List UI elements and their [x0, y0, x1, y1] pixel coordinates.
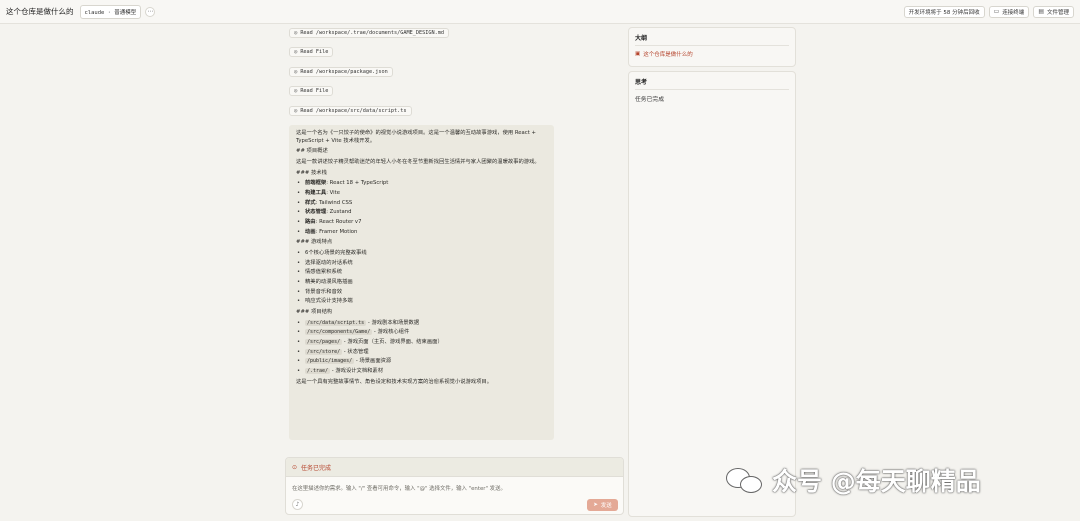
list-item: 精美的动漫风格插画	[296, 279, 547, 287]
top-bar-actions: 开发环境将于 58 分钟后回收 ▭ 连接终端 ▤ 文件管理	[903, 5, 1074, 18]
send-label: 发送	[600, 503, 612, 509]
outline-item-label: 这个仓库是做什么的	[643, 52, 693, 58]
task-status-text: 任务已完成	[301, 464, 332, 472]
list-item: 选择驱动的对话系统	[296, 260, 547, 268]
features-list: 6个核心场景的完整故事线 选择驱动的对话系统 情感值累积系统 精美的动漫风格插画…	[296, 250, 547, 306]
answer-overview: 这是一款讲述饺子精灵帮助迷茫的年轻人小冬在冬至节重新找回生活情并与家人团聚的温暖…	[296, 159, 540, 166]
list-item: /src/components/Game/ - 游戏核心组件	[296, 329, 547, 337]
outline-panel: 大纲 ▣ 这个仓库是做什么的	[628, 27, 796, 67]
thinking-title: 思考	[635, 77, 789, 90]
list-item: /public/images/ - 场景画面资源	[296, 358, 547, 366]
file-manager-button[interactable]: ▤ 文件管理	[1033, 5, 1074, 18]
conversation-area: ◎ Read /workspace/.trae/documents/GAME_D…	[285, 24, 625, 456]
message-icon: ▣	[635, 51, 641, 57]
tool-call-chip[interactable]: ◎ Read File	[289, 47, 334, 57]
list-item: 背景音乐和音效	[296, 289, 547, 297]
env-notice-badge: 开发环境将于 58 分钟后回收	[903, 5, 985, 18]
list-item: /src/pages/ - 游戏页面（主页、游戏界面、结束画面）	[296, 339, 547, 347]
top-bar: 这个仓库是做什么的 claude · 普通模型 ⋯ 开发环境将于 58 分钟后回…	[0, 0, 1080, 24]
tool-call-label: Read /workspace/package.json	[300, 69, 388, 75]
folder-icon: ▤	[1038, 8, 1044, 15]
watermark: 众号 @每天聊精品	[726, 462, 981, 498]
model-selector[interactable]: claude · 普通模型	[79, 4, 142, 19]
thinking-text: 任务已完成	[635, 97, 664, 103]
connect-terminal-button[interactable]: ▭ 连接终端	[988, 5, 1030, 18]
session-title: 这个仓库是做什么的	[6, 7, 74, 16]
wechat-logo-icon	[726, 466, 766, 494]
task-status-bar: ⊙ 任务已完成	[286, 458, 623, 477]
tool-call-chip[interactable]: ◎ Read /workspace/.trae/documents/GAME_D…	[289, 28, 449, 38]
list-item: 动画: Framer Motion	[296, 229, 547, 237]
send-icon: ➤	[593, 502, 598, 508]
tool-call-label: Read File	[300, 49, 329, 55]
file-icon: ◎	[294, 69, 298, 75]
message-input[interactable]: 在这里描述你的需求。输入 "/" 查看可用命令，输入 "@" 选择文件，输入 "…	[286, 477, 623, 492]
list-item: 状态管理: Zustand	[296, 209, 547, 217]
watermark-text: 众号 @每天聊精品	[772, 467, 981, 496]
list-item: 6个核心场景的完整故事线	[296, 250, 547, 258]
message-composer: ⊙ 任务已完成 在这里描述你的需求。输入 "/" 查看可用命令，输入 "@" 选…	[285, 457, 624, 515]
list-item: 样式: Tailwind CSS	[296, 200, 547, 208]
list-item: /src/data/script.ts - 游戏剧本和场景数据	[296, 319, 547, 328]
check-circle-icon: ⊙	[292, 463, 298, 471]
file-icon: ◎	[294, 30, 298, 36]
list-item: /src/store/ - 状态管理	[296, 348, 547, 357]
heading-structure: ### 项目结构	[296, 309, 333, 316]
tool-call-label: Read /workspace/.trae/documents/GAME_DES…	[300, 30, 444, 36]
structure-list: /src/data/script.ts - 游戏剧本和场景数据 /src/com…	[296, 319, 547, 376]
tool-call-chip[interactable]: ◎ Read /workspace/src/data/script.ts	[289, 106, 412, 116]
assistant-answer: 这是一个名为《一只饺子的使命》的视觉小说游戏项目。这是一个温馨的互动故事游戏，使…	[289, 125, 554, 440]
heading-tech: ### 技术栈	[296, 169, 327, 176]
tool-call-label: Read /workspace/src/data/script.ts	[300, 108, 407, 114]
heading-overview: ## 项目概述	[296, 148, 328, 155]
list-item: 路由: React Router v7	[296, 219, 547, 227]
microphone-icon[interactable]: ♪	[292, 499, 303, 510]
list-item: 构建工具: Vite	[296, 190, 547, 198]
list-item: 前端框架: React 18 + TypeScript	[296, 180, 547, 188]
thinking-panel: 思考 任务已完成	[628, 71, 796, 517]
heading-features: ### 游戏特点	[296, 239, 333, 246]
answer-intro: 这是一个名为《一只饺子的使命》的视觉小说游戏项目。这是一个温馨的互动故事游戏，使…	[296, 130, 536, 144]
env-notice-text: 开发环境将于 58 分钟后回收	[908, 9, 980, 16]
tool-call-chip[interactable]: ◎ Read File	[289, 86, 334, 96]
tool-call-label: Read File	[300, 88, 329, 94]
terminal-icon: ▭	[993, 8, 1000, 15]
file-manager-label: 文件管理	[1046, 9, 1069, 16]
answer-summary: 这是一个具有完整故事情节、角色设定和技术实现方案的治愈系视觉小说游戏项目。	[296, 378, 492, 385]
file-icon: ◎	[294, 49, 298, 55]
tool-call-chip[interactable]: ◎ Read /workspace/package.json	[289, 67, 393, 77]
connect-terminal-label: 连接终端	[1002, 9, 1025, 16]
send-button[interactable]: ➤ 发送	[587, 499, 618, 511]
outline-title: 大纲	[635, 33, 789, 46]
tech-list: 前端框架: React 18 + TypeScript 构建工具: Vite 样…	[296, 180, 547, 236]
more-options-button[interactable]: ⋯	[145, 6, 156, 17]
list-item: /.trae/ - 游戏设计文档和素材	[296, 368, 547, 376]
outline-item[interactable]: ▣ 这个仓库是做什么的	[635, 50, 789, 58]
file-icon: ◎	[294, 88, 298, 94]
file-icon: ◎	[294, 108, 298, 114]
list-item: 响应式设计支持多端	[296, 298, 547, 306]
list-item: 情感值累积系统	[296, 269, 547, 277]
